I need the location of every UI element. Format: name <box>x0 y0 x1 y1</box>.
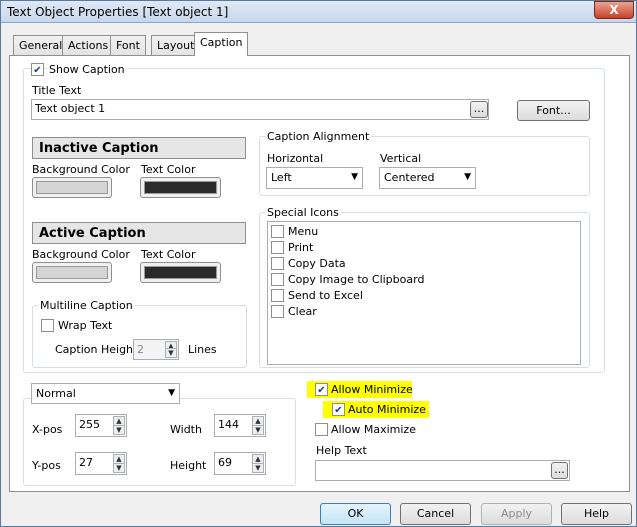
height-stepper[interactable]: 69 ▲ ▼ <box>214 452 266 475</box>
caption-alignment-legend: Caption Alignment <box>265 130 372 143</box>
position-mode-value: Normal <box>36 387 76 400</box>
special-icon-clear-label: Clear <box>288 305 317 318</box>
chevron-down-icon: ▼ <box>464 172 471 182</box>
special-icon-copy-image-label: Copy Image to Clipboard <box>288 273 425 286</box>
special-icon-menu-checkbox[interactable] <box>271 225 284 238</box>
auto-minimize-checkbox[interactable] <box>332 403 345 416</box>
horizontal-label: Horizontal <box>267 152 324 165</box>
special-icons-legend: Special Icons <box>265 206 341 219</box>
window-title: Text Object Properties [Text object 1] <box>7 5 229 19</box>
vertical-alignment-select[interactable]: Centered ▼ <box>379 167 476 189</box>
special-icon-copy-data-checkbox[interactable] <box>271 257 284 270</box>
tab-actions[interactable]: Actions <box>62 35 115 55</box>
wrap-text-checkbox[interactable] <box>41 319 54 332</box>
special-icon-copy-data-label: Copy Data <box>288 257 346 270</box>
font-button[interactable]: Font... <box>517 100 590 121</box>
special-icon-print-checkbox[interactable] <box>271 241 284 254</box>
dialog-window: Text Object Properties [Text object 1] X… <box>0 0 637 527</box>
height-label: Height <box>170 459 207 472</box>
caption-height-stepper[interactable]: 2 ▲ ▼ <box>133 339 179 360</box>
xpos-stepper[interactable]: 255 ▲ ▼ <box>75 414 127 437</box>
close-button[interactable]: X <box>594 1 634 19</box>
auto-minimize-label: Auto Minimize <box>348 403 426 416</box>
help-text-label: Help Text <box>316 444 367 457</box>
multiline-caption-legend: Multiline Caption <box>38 299 135 312</box>
chevron-down-icon: ▼ <box>168 388 175 398</box>
xpos-label: X-pos <box>32 423 63 436</box>
allow-maximize-label: Allow Maximize <box>331 423 416 436</box>
active-bg-color-button[interactable] <box>32 262 112 283</box>
caption-height-value: 2 <box>137 343 144 356</box>
allow-maximize-checkbox[interactable] <box>315 423 328 436</box>
active-bg-color-label: Background Color <box>32 248 130 261</box>
active-text-color-label: Text Color <box>141 248 196 261</box>
inactive-text-color-label: Text Color <box>141 163 196 176</box>
allow-minimize-checkbox[interactable] <box>315 383 328 396</box>
xpos-value: 255 <box>79 418 100 431</box>
title-text-input[interactable]: Text object 1 <box>31 99 489 120</box>
special-icon-send-excel-checkbox[interactable] <box>271 289 284 302</box>
width-value: 144 <box>218 418 239 431</box>
chevron-down-icon: ▼ <box>351 172 358 182</box>
inactive-caption-header: Inactive Caption <box>32 137 246 159</box>
active-text-color-swatch <box>144 266 217 279</box>
inactive-text-color-button[interactable] <box>140 177 221 198</box>
caption-height-label: Caption Height <box>55 343 138 356</box>
active-bg-color-swatch <box>36 266 108 279</box>
title-bar: Text Object Properties [Text object 1] X <box>1 1 636 23</box>
active-text-color-button[interactable] <box>140 262 221 283</box>
horizontal-alignment-value: Left <box>271 171 292 184</box>
tab-layout[interactable]: Layout <box>151 35 201 55</box>
tab-general[interactable]: General <box>13 35 69 55</box>
special-icon-menu-label: Menu <box>288 225 319 238</box>
horizontal-alignment-select[interactable]: Left ▼ <box>266 167 363 189</box>
special-icons-list: Menu Print Copy Data Copy Image to Clipb… <box>267 221 581 365</box>
xpos-down-arrow[interactable]: ▼ <box>113 425 125 435</box>
inactive-bg-color-swatch <box>36 181 108 194</box>
height-down-arrow[interactable]: ▼ <box>252 463 264 473</box>
ok-button[interactable]: OK <box>320 503 391 525</box>
vertical-alignment-value: Centered <box>384 171 435 184</box>
special-icon-send-excel-label: Send to Excel <box>288 289 363 302</box>
allow-minimize-label: Allow Minimize <box>331 383 413 396</box>
wrap-text-label: Wrap Text <box>58 319 113 332</box>
tab-caption[interactable]: Caption <box>194 32 249 56</box>
width-down-arrow[interactable]: ▼ <box>252 425 264 435</box>
apply-button[interactable]: Apply <box>481 503 552 525</box>
inactive-bg-color-button[interactable] <box>32 177 112 198</box>
show-caption-label: Show Caption <box>47 63 127 76</box>
help-text-input[interactable] <box>315 460 570 481</box>
width-stepper[interactable]: 144 ▲ ▼ <box>214 414 266 437</box>
ypos-stepper[interactable]: 27 ▲ ▼ <box>75 452 127 475</box>
inactive-text-color-swatch <box>144 181 217 194</box>
ypos-label: Y-pos <box>32 459 61 472</box>
width-label: Width <box>170 423 202 436</box>
height-value: 69 <box>218 456 232 469</box>
caption-height-down-arrow[interactable]: ▼ <box>165 348 177 358</box>
title-text-value: Text object 1 <box>35 102 106 115</box>
help-text-browse-button[interactable]: ... <box>551 462 568 479</box>
title-text-label: Title Text <box>32 84 82 97</box>
ypos-value: 27 <box>79 456 93 469</box>
lines-label: Lines <box>188 343 217 356</box>
title-text-browse-button[interactable]: ... <box>470 101 488 118</box>
special-icon-print-label: Print <box>288 241 314 254</box>
vertical-label: Vertical <box>380 152 422 165</box>
ypos-down-arrow[interactable]: ▼ <box>113 463 125 473</box>
special-icon-clear-checkbox[interactable] <box>271 305 284 318</box>
special-icon-copy-image-checkbox[interactable] <box>271 273 284 286</box>
active-caption-header: Active Caption <box>32 222 246 244</box>
cancel-button[interactable]: Cancel <box>400 503 471 525</box>
help-button[interactable]: Help <box>561 503 632 525</box>
inactive-bg-color-label: Background Color <box>32 163 130 176</box>
show-caption-checkbox[interactable] <box>31 63 44 76</box>
tab-font[interactable]: Font <box>110 35 146 55</box>
position-mode-select[interactable]: Normal ▼ <box>31 383 180 404</box>
